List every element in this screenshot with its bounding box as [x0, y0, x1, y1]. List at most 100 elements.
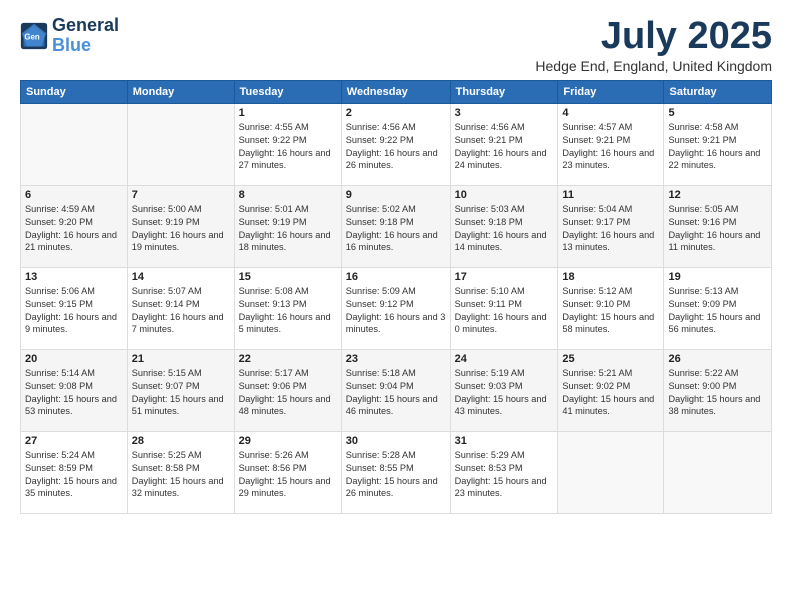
cell-info: Sunrise: 5:07 AM Sunset: 9:14 PM Dayligh… — [132, 285, 230, 337]
table-row: 9 Sunrise: 5:02 AM Sunset: 9:18 PM Daylig… — [341, 185, 450, 267]
calendar-header-row: Sunday Monday Tuesday Wednesday Thursday… — [21, 80, 772, 103]
day-number: 18 — [562, 271, 659, 283]
day-number: 28 — [132, 435, 230, 447]
calendar-week-row: 27 Sunrise: 5:24 AM Sunset: 8:59 PM Dayli… — [21, 431, 772, 513]
table-row: 20 Sunrise: 5:14 AM Sunset: 9:08 PM Dayli… — [21, 349, 128, 431]
logo: Gen General Blue — [20, 16, 119, 56]
cell-info: Sunrise: 5:18 AM Sunset: 9:04 PM Dayligh… — [346, 367, 446, 419]
cell-info: Sunrise: 5:09 AM Sunset: 9:12 PM Dayligh… — [346, 285, 446, 337]
header: Gen General Blue July 2025 Hedge End, En… — [20, 16, 772, 74]
table-row: 22Sunrise: 5:17 AM Sunset: 9:06 PM Dayli… — [234, 349, 341, 431]
table-row: 27 Sunrise: 5:24 AM Sunset: 8:59 PM Dayli… — [21, 431, 128, 513]
day-number: 10 — [455, 189, 554, 201]
header-wednesday: Wednesday — [341, 80, 450, 103]
day-number: 7 — [132, 189, 230, 201]
calendar-table: Sunday Monday Tuesday Wednesday Thursday… — [20, 80, 772, 514]
table-row — [664, 431, 772, 513]
calendar-week-row: 6Sunrise: 4:59 AM Sunset: 9:20 PM Daylig… — [21, 185, 772, 267]
day-number: 12 — [668, 189, 767, 201]
table-row — [21, 103, 128, 185]
cell-info: Sunrise: 5:22 AM Sunset: 9:00 PM Dayligh… — [668, 367, 767, 419]
header-sunday: Sunday — [21, 80, 128, 103]
day-number: 29 — [239, 435, 337, 447]
cell-info: Sunrise: 5:04 AM Sunset: 9:17 PM Dayligh… — [562, 203, 659, 255]
day-number: 27 — [25, 435, 123, 447]
table-row — [558, 431, 664, 513]
day-number: 16 — [346, 271, 446, 283]
cell-info: Sunrise: 5:28 AM Sunset: 8:55 PM Dayligh… — [346, 449, 446, 501]
calendar-week-row: 1 Sunrise: 4:55 AM Sunset: 9:22 PM Daylig… — [21, 103, 772, 185]
header-monday: Monday — [127, 80, 234, 103]
logo-line1: General — [52, 16, 119, 36]
day-number: 20 — [25, 353, 123, 365]
svg-text:Gen: Gen — [24, 32, 39, 41]
cell-info: Sunrise: 5:14 AM Sunset: 9:08 PM Dayligh… — [25, 367, 123, 419]
table-row: 4 Sunrise: 4:57 AM Sunset: 9:21 PM Daylig… — [558, 103, 664, 185]
cell-info: Sunrise: 5:13 AM Sunset: 9:09 PM Dayligh… — [668, 285, 767, 337]
cell-info: Sunrise: 4:55 AM Sunset: 9:22 PM Dayligh… — [239, 121, 337, 173]
calendar-week-row: 20 Sunrise: 5:14 AM Sunset: 9:08 PM Dayli… — [21, 349, 772, 431]
table-row: 14Sunrise: 5:07 AM Sunset: 9:14 PM Dayli… — [127, 267, 234, 349]
cell-info: Sunrise: 5:06 AM Sunset: 9:15 PM Dayligh… — [25, 285, 123, 337]
table-row: 15Sunrise: 5:08 AM Sunset: 9:13 PM Dayli… — [234, 267, 341, 349]
table-row: 17Sunrise: 5:10 AM Sunset: 9:11 PM Dayli… — [450, 267, 558, 349]
day-number: 11 — [562, 189, 659, 201]
cell-info: Sunrise: 5:05 AM Sunset: 9:16 PM Dayligh… — [668, 203, 767, 255]
cell-info: Sunrise: 5:03 AM Sunset: 9:18 PM Dayligh… — [455, 203, 554, 255]
table-row: 13 Sunrise: 5:06 AM Sunset: 9:15 PM Dayli… — [21, 267, 128, 349]
day-number: 24 — [455, 353, 554, 365]
table-row: 18 Sunrise: 5:12 AM Sunset: 9:10 PM Dayli… — [558, 267, 664, 349]
table-row: 23 Sunrise: 5:18 AM Sunset: 9:04 PM Dayli… — [341, 349, 450, 431]
header-saturday: Saturday — [664, 80, 772, 103]
table-row: 19 Sunrise: 5:13 AM Sunset: 9:09 PM Dayli… — [664, 267, 772, 349]
logo-line2: Blue — [52, 35, 91, 55]
table-row: 5 Sunrise: 4:58 AM Sunset: 9:21 PM Daylig… — [664, 103, 772, 185]
day-number: 1 — [239, 107, 337, 119]
cell-info: Sunrise: 4:56 AM Sunset: 9:21 PM Dayligh… — [455, 121, 554, 173]
day-number: 9 — [346, 189, 446, 201]
month-title: July 2025 — [535, 16, 772, 58]
table-row: 28Sunrise: 5:25 AM Sunset: 8:58 PM Dayli… — [127, 431, 234, 513]
day-number: 4 — [562, 107, 659, 119]
calendar-body: 1 Sunrise: 4:55 AM Sunset: 9:22 PM Daylig… — [21, 103, 772, 513]
day-number: 17 — [455, 271, 554, 283]
logo-icon: Gen — [20, 22, 48, 50]
table-row: 31Sunrise: 5:29 AM Sunset: 8:53 PM Dayli… — [450, 431, 558, 513]
cell-info: Sunrise: 4:58 AM Sunset: 9:21 PM Dayligh… — [668, 121, 767, 173]
day-number: 22 — [239, 353, 337, 365]
table-row: 3Sunrise: 4:56 AM Sunset: 9:21 PM Daylig… — [450, 103, 558, 185]
table-row: 24 Sunrise: 5:19 AM Sunset: 9:03 PM Dayli… — [450, 349, 558, 431]
calendar-week-row: 13 Sunrise: 5:06 AM Sunset: 9:15 PM Dayli… — [21, 267, 772, 349]
day-number: 23 — [346, 353, 446, 365]
cell-info: Sunrise: 5:01 AM Sunset: 9:19 PM Dayligh… — [239, 203, 337, 255]
day-number: 30 — [346, 435, 446, 447]
table-row: 30 Sunrise: 5:28 AM Sunset: 8:55 PM Dayli… — [341, 431, 450, 513]
logo-text: General Blue — [52, 16, 119, 56]
cell-info: Sunrise: 5:21 AM Sunset: 9:02 PM Dayligh… — [562, 367, 659, 419]
day-number: 25 — [562, 353, 659, 365]
cell-info: Sunrise: 4:56 AM Sunset: 9:22 PM Dayligh… — [346, 121, 446, 173]
cell-info: Sunrise: 4:57 AM Sunset: 9:21 PM Dayligh… — [562, 121, 659, 173]
day-number: 15 — [239, 271, 337, 283]
day-number: 5 — [668, 107, 767, 119]
cell-info: Sunrise: 5:02 AM Sunset: 9:18 PM Dayligh… — [346, 203, 446, 255]
cell-info: Sunrise: 5:12 AM Sunset: 9:10 PM Dayligh… — [562, 285, 659, 337]
day-number: 21 — [132, 353, 230, 365]
table-row — [127, 103, 234, 185]
table-row: 8Sunrise: 5:01 AM Sunset: 9:19 PM Daylig… — [234, 185, 341, 267]
day-number: 13 — [25, 271, 123, 283]
location: Hedge End, England, United Kingdom — [535, 58, 772, 74]
table-row: 10 Sunrise: 5:03 AM Sunset: 9:18 PM Dayli… — [450, 185, 558, 267]
day-number: 26 — [668, 353, 767, 365]
day-number: 19 — [668, 271, 767, 283]
table-row: 21Sunrise: 5:15 AM Sunset: 9:07 PM Dayli… — [127, 349, 234, 431]
cell-info: Sunrise: 5:24 AM Sunset: 8:59 PM Dayligh… — [25, 449, 123, 501]
title-block: July 2025 Hedge End, England, United Kin… — [535, 16, 772, 74]
cell-info: Sunrise: 5:29 AM Sunset: 8:53 PM Dayligh… — [455, 449, 554, 501]
cell-info: Sunrise: 5:26 AM Sunset: 8:56 PM Dayligh… — [239, 449, 337, 501]
table-row: 11 Sunrise: 5:04 AM Sunset: 9:17 PM Dayli… — [558, 185, 664, 267]
header-thursday: Thursday — [450, 80, 558, 103]
day-number: 2 — [346, 107, 446, 119]
table-row: 12 Sunrise: 5:05 AM Sunset: 9:16 PM Dayli… — [664, 185, 772, 267]
cell-info: Sunrise: 5:19 AM Sunset: 9:03 PM Dayligh… — [455, 367, 554, 419]
